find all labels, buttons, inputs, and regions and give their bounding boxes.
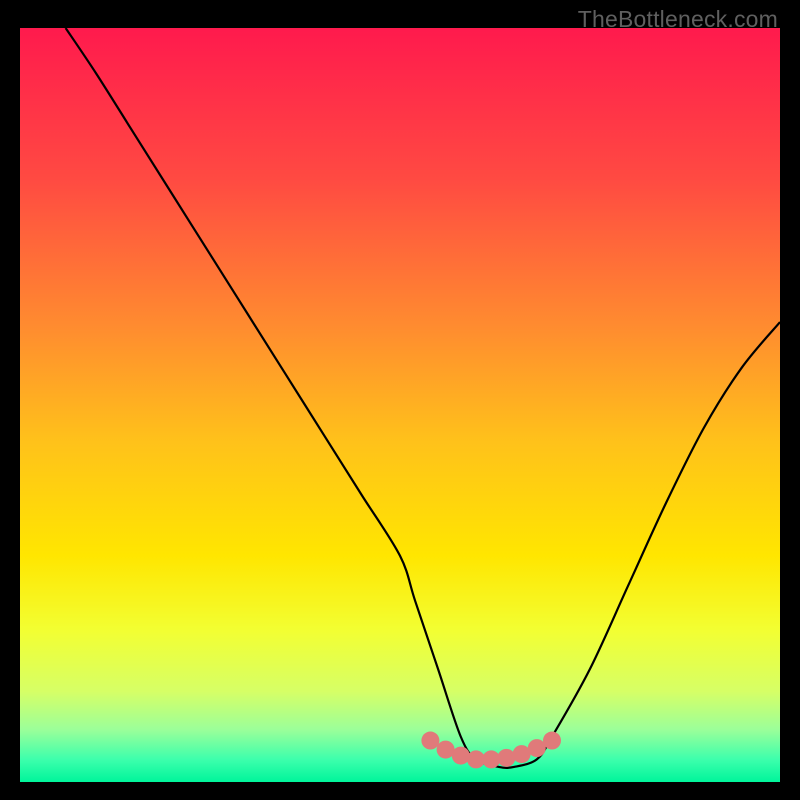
plot-area — [20, 28, 780, 782]
bottleneck-curve — [66, 28, 780, 768]
optimal-marker — [497, 749, 515, 767]
optimal-marker — [452, 747, 470, 765]
optimal-marker — [482, 750, 500, 768]
chart-frame: TheBottleneck.com — [0, 0, 800, 800]
optimal-marker — [421, 732, 439, 750]
optimal-marker — [543, 732, 561, 750]
watermark-text: TheBottleneck.com — [578, 6, 778, 33]
curve-layer — [20, 28, 780, 782]
optimal-markers — [421, 732, 561, 769]
